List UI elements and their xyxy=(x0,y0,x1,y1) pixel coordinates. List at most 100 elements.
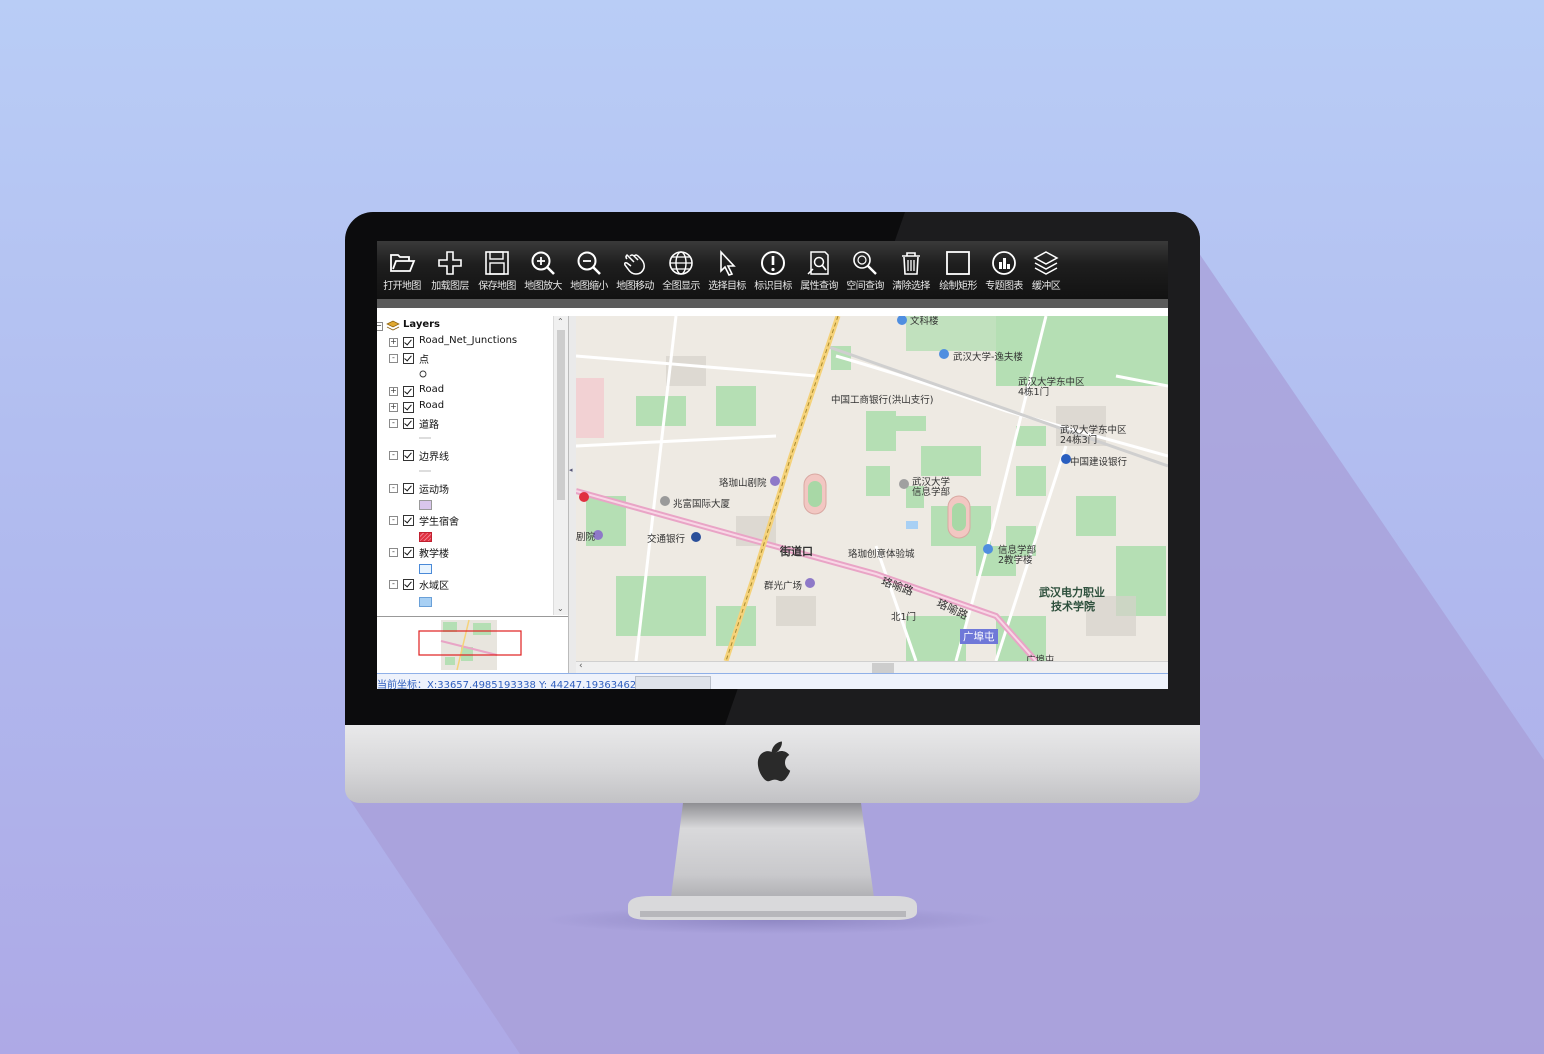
thematic-chart-icon xyxy=(992,251,1016,275)
layer-name: 学生宿舍 xyxy=(419,517,459,528)
layer-name: Road xyxy=(419,400,445,411)
layer-name: 点 xyxy=(419,355,429,366)
clear-selection-button[interactable]: 清除选择 xyxy=(888,247,934,297)
scroll-left-icon[interactable]: ‹ xyxy=(579,661,583,671)
collapse-icon[interactable]: - xyxy=(389,548,398,557)
map-label: 武汉大学-逸夫楼 xyxy=(953,352,1023,363)
toc-layer-row[interactable]: - 点 xyxy=(377,350,553,366)
toc-layer-row[interactable]: - 道路 xyxy=(377,415,553,431)
scroll-down-icon[interactable]: ⌄ xyxy=(557,604,564,613)
save-icon xyxy=(485,251,509,275)
map-label: 街道口 xyxy=(780,545,813,558)
identify-label: 标识目标 xyxy=(754,281,792,292)
toc-layer-row[interactable]: + Road xyxy=(377,399,553,415)
collapse-icon[interactable]: - xyxy=(389,516,398,525)
add-layer-label: 加载图层 xyxy=(431,281,469,292)
scroll-up-icon[interactable]: ⌃ xyxy=(557,317,564,326)
toolbar-separator xyxy=(377,299,1168,308)
layer-checkbox[interactable] xyxy=(403,547,414,558)
fill-symbol-icon xyxy=(419,532,432,542)
expand-icon[interactable]: + xyxy=(389,387,398,396)
thematic-chart-label: 专题图表 xyxy=(985,281,1023,292)
draw-rectangle-label: 绘制矩形 xyxy=(939,281,977,292)
layer-checkbox[interactable] xyxy=(403,483,414,494)
toc-root[interactable]: − Layers xyxy=(377,318,553,334)
toc-layer-row[interactable]: + Road xyxy=(377,383,553,399)
layer-checkbox[interactable] xyxy=(403,402,414,413)
collapse-icon[interactable]: - xyxy=(389,484,398,493)
toc-scrollbar[interactable]: ⌃ ⌄ xyxy=(553,316,568,615)
collapse-icon[interactable]: - xyxy=(389,354,398,363)
layer-checkbox[interactable] xyxy=(403,337,414,348)
fill-symbol-icon xyxy=(419,500,432,510)
layer-checkbox[interactable] xyxy=(403,579,414,590)
toc-layer-row[interactable]: + Road_Net_Junctions xyxy=(377,334,553,350)
toc-layer-row[interactable]: - 教学楼 xyxy=(377,544,553,560)
attribute-query-label: 属性查询 xyxy=(800,281,838,292)
subway-station-label: 广埠屯 xyxy=(960,629,998,644)
full-extent-button[interactable]: 全图显示 xyxy=(658,247,704,297)
toc-layer-row[interactable]: - 边界线 xyxy=(377,447,553,463)
open-map-button[interactable]: 打开地图 xyxy=(379,247,425,297)
layers-stack-icon xyxy=(386,320,400,331)
folder-open-icon xyxy=(390,254,416,272)
overview-thumbnail xyxy=(418,619,522,671)
layers-panel: − Layers + Road_Net_Junctions - 点 + Road… xyxy=(377,316,569,615)
map-label: 中国建设银行 xyxy=(1070,457,1128,468)
collapse-icon[interactable]: - xyxy=(389,580,398,589)
layer-name: 水域区 xyxy=(419,581,449,592)
spatial-query-button[interactable]: 空间查询 xyxy=(842,247,888,297)
collapse-icon[interactable]: - xyxy=(389,451,398,460)
zoom-in-icon xyxy=(531,251,555,275)
map-label: 群光广场 xyxy=(764,581,803,592)
select-target-label: 选择目标 xyxy=(708,281,746,292)
layer-checkbox[interactable] xyxy=(403,353,414,364)
pan-map-button[interactable]: 地图移动 xyxy=(612,247,658,297)
thematic-chart-button[interactable]: 专题图表 xyxy=(981,247,1027,297)
map-view[interactable]: 文科楼 武汉大学-逸夫楼 武汉大学东中区 4栋1门 中国工商银行(洪山支行) 武… xyxy=(576,316,1168,661)
map-label: 兆富国际大厦 xyxy=(673,499,731,510)
splitter-arrow-icon[interactable]: ◂ xyxy=(569,466,573,474)
select-target-button[interactable]: 选择目标 xyxy=(704,247,750,297)
identify-button[interactable]: 标识目标 xyxy=(750,247,796,297)
toc-layer-row[interactable]: - 学生宿舍 xyxy=(377,512,553,528)
attribute-query-button[interactable]: 属性查询 xyxy=(796,247,842,297)
layers-icon xyxy=(1033,251,1059,275)
map-label: 珞珈创意体验城 xyxy=(848,549,915,560)
trash-icon xyxy=(902,252,920,275)
layer-checkbox[interactable] xyxy=(403,418,414,429)
zoom-out-button[interactable]: 地图缩小 xyxy=(566,247,612,297)
save-map-button[interactable]: 保存地图 xyxy=(474,247,520,297)
toc-layer-row[interactable]: - 运动场 xyxy=(377,480,553,496)
collapse-icon[interactable]: − xyxy=(377,322,383,331)
expand-icon[interactable]: + xyxy=(389,338,398,347)
add-layer-button[interactable]: 加载图层 xyxy=(427,247,473,297)
map-label: 24栋3门 xyxy=(1060,435,1098,446)
point-symbol-icon xyxy=(419,370,427,378)
map-scroll-thumb[interactable] xyxy=(872,663,894,673)
layer-name: 边界线 xyxy=(419,452,449,463)
overview-map[interactable] xyxy=(377,616,568,674)
toc-scroll-thumb[interactable] xyxy=(557,330,565,500)
buffer-button[interactable]: 缓冲区 xyxy=(1023,247,1069,297)
zoom-in-button[interactable]: 地图放大 xyxy=(520,247,566,297)
map-label: 信息学部 xyxy=(912,487,951,498)
layer-checkbox[interactable] xyxy=(403,386,414,397)
collapse-icon[interactable]: - xyxy=(389,419,398,428)
pan-hand-icon xyxy=(624,253,645,275)
layer-name: 道路 xyxy=(419,420,439,431)
identify-icon xyxy=(761,251,785,275)
map-label: 北1门 xyxy=(891,612,917,623)
open-map-label: 打开地图 xyxy=(383,281,421,292)
toc-layer-row[interactable]: - 水域区 xyxy=(377,576,553,592)
pointer-icon xyxy=(720,249,736,276)
map-label: 文科楼 xyxy=(910,316,939,327)
zoom-out-label: 地图缩小 xyxy=(570,281,608,292)
map-label: 广埠屯 xyxy=(1026,655,1055,661)
layer-checkbox[interactable] xyxy=(403,515,414,526)
coordinate-readout: 当前坐标：X:33657.4985193338 Y: 44247.1936346… xyxy=(377,680,649,689)
draw-rectangle-button[interactable]: 绘制矩形 xyxy=(935,247,981,297)
layer-checkbox[interactable] xyxy=(403,450,414,461)
expand-icon[interactable]: + xyxy=(389,403,398,412)
clear-selection-label: 清除选择 xyxy=(892,281,930,292)
